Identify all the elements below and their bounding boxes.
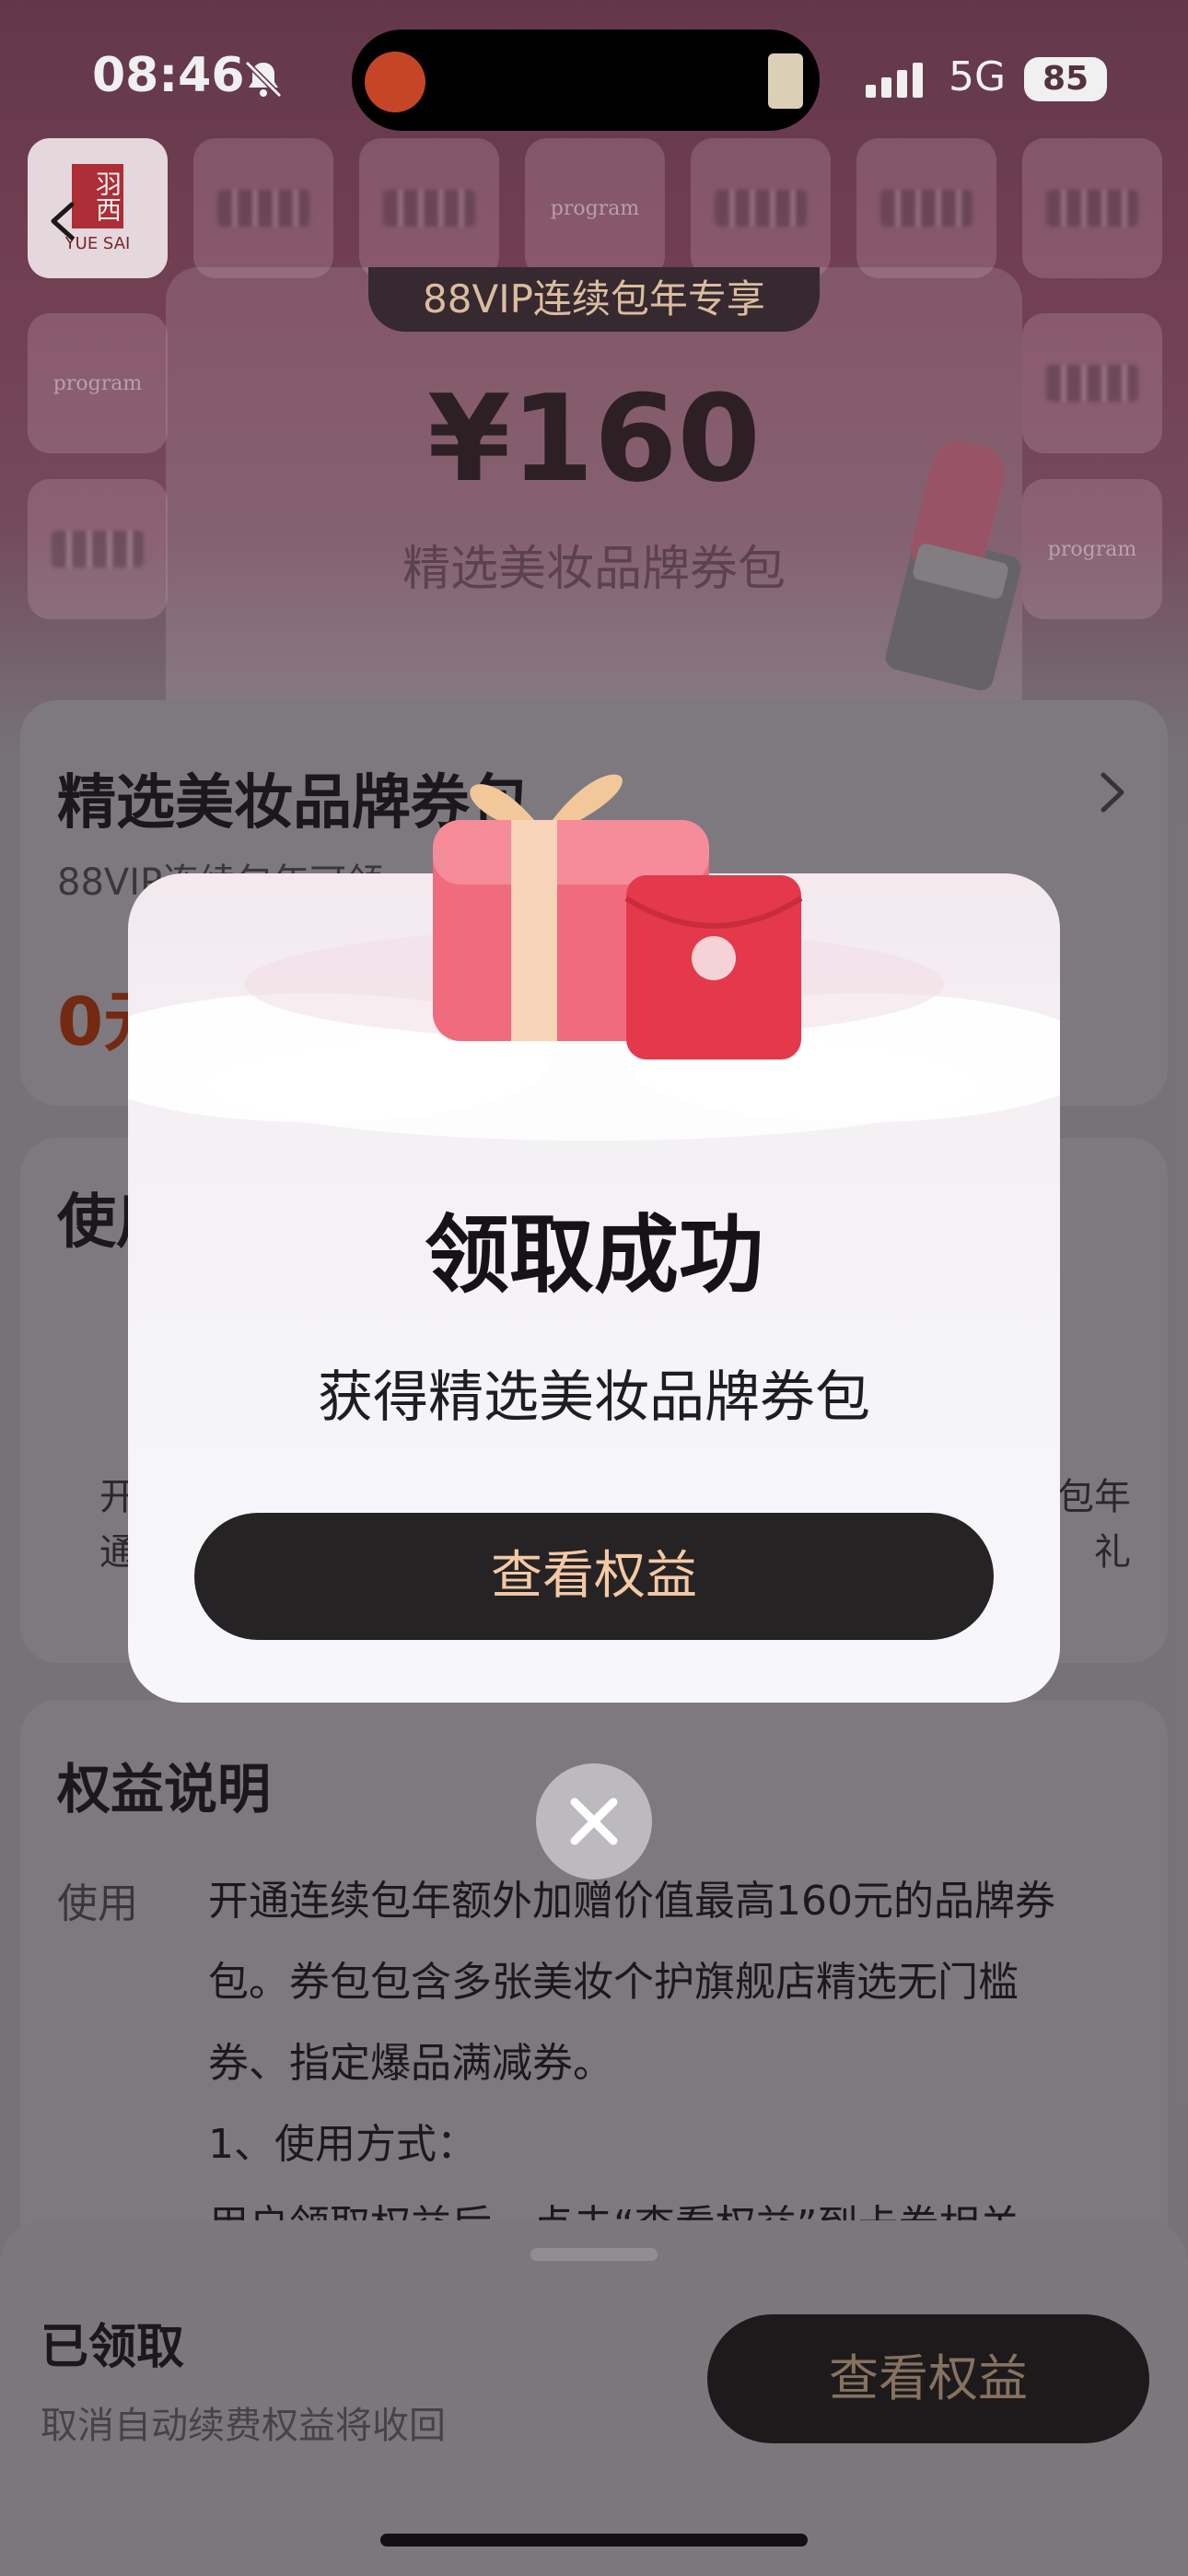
app-screen: 羽西 YUE SAI program program program 88VIP… [0,0,1188,2576]
close-button[interactable] [536,1763,652,1879]
modal-title: 领取成功 [424,1206,763,1305]
close-icon [570,1797,618,1845]
gift-box-icon [433,774,803,1060]
modal-subtitle: 获得精选美妆品牌券包 [318,1365,870,1430]
modal-view-benefits-button[interactable]: 查看权益 [194,1513,994,1640]
